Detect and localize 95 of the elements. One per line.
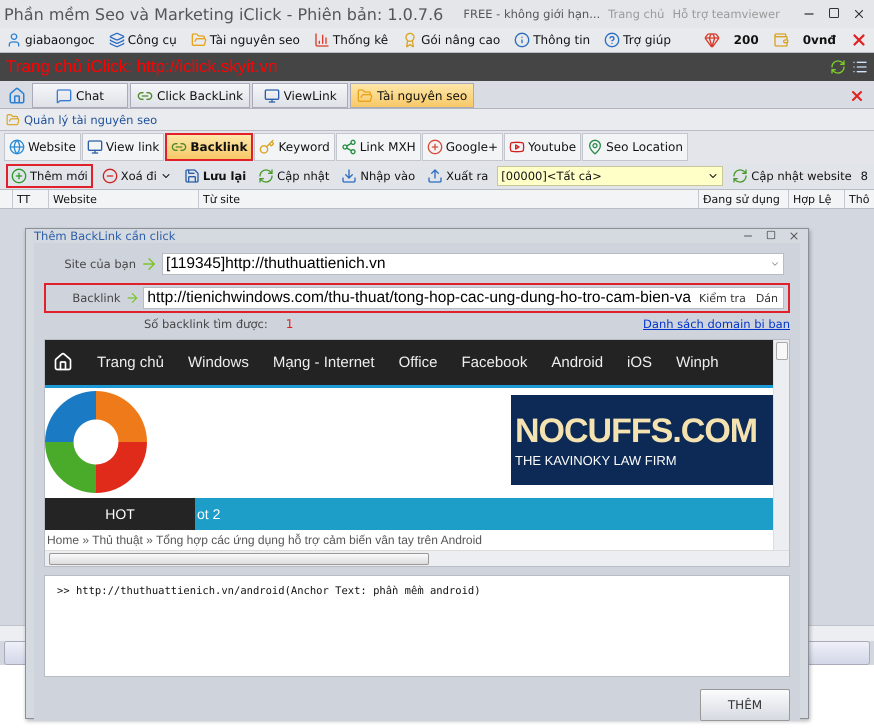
key-icon [259,139,276,155]
menu-item[interactable]: Trợ giúp [604,32,671,48]
subtab[interactable]: Seo Location [582,133,688,161]
subtab[interactable]: Google+ [422,133,504,161]
dialog-title: Thêm BackLink cần click [34,229,176,243]
found-count: 1 [286,317,294,331]
license-label: FREE - không giới hạn... [463,7,600,21]
refresh-icon [830,59,846,75]
subtab[interactable]: Keyword [254,133,335,161]
horizontal-scrollbar[interactable] [45,550,789,566]
column-header: Website [48,190,198,208]
points-count: 200 [734,33,759,47]
toolbar-button[interactable]: Lưu lại [180,164,250,188]
video-icon [509,139,526,155]
plus-icon [11,168,27,184]
toolbar-button[interactable]: Xoá đi [98,164,175,188]
nav-link[interactable]: Office [398,354,438,371]
vertical-scrollbar[interactable] [773,340,789,550]
banned-domains-link[interactable]: Danh sách domain bi ban [643,317,790,331]
filter-dropdown[interactable]: [00000]<Tất cả> [497,166,724,186]
toolbar-button[interactable]: Nhập vào [338,164,418,188]
menu-item[interactable]: Gói nâng cao [402,32,500,48]
save-icon [184,168,200,184]
toolbar-button[interactable]: Thêm mới [6,164,93,188]
nav-link[interactable]: Facebook [461,354,528,371]
close-icon [852,7,866,21]
column-header: Thô [844,190,874,208]
share-icon [340,139,357,155]
add-button[interactable]: THÊM [700,689,790,721]
backlink-label: Backlink [71,291,121,305]
balance-amount: 0vnđ [802,33,836,47]
subtab[interactable]: Website [4,133,81,161]
globe-icon [9,139,25,155]
bar-chart-icon [314,32,330,48]
help-icon [604,32,620,48]
nav-link[interactable]: Android [551,354,604,371]
site-label: Site của bạn [63,257,136,271]
folder-icon [357,88,374,104]
window-title: Phần mềm Seo và Marketing iClick - Phiên bản: 1.0.7.6 [4,4,444,24]
tab[interactable]: ViewLink [252,83,348,108]
plus-icon [426,139,443,155]
hot-label: HOT [45,498,195,530]
homepage-url: Trang chủ iClick: http://iclick.skyit.vn [6,57,278,77]
column-header: Hợp Lệ [788,190,844,208]
tab[interactable]: Tài nguyên seo [350,83,474,108]
subtab[interactable]: Link MXH [336,133,421,161]
menu-item[interactable]: Tài nguyên seo [190,32,300,48]
section-title: Quản lý tài nguyên seo [24,112,158,126]
menu-item[interactable]: Công cụ [108,32,177,48]
wallet-icon [772,32,789,48]
nav-link[interactable]: Mạng - Internet [272,354,375,371]
subtab[interactable]: Youtube [504,133,582,161]
column-header: Đang sử dụng [698,190,788,208]
nav-link[interactable]: iOS [627,354,652,371]
maximize-icon [828,7,840,19]
column-header: Từ site [198,190,698,208]
site-dropdown[interactable]: [119345]http://thuthuattienich.vn [162,253,784,275]
nav-link[interactable]: Winph [676,354,719,371]
nav-link[interactable]: Windows [188,354,249,371]
upload-icon [427,168,444,184]
refresh-icon [258,168,274,184]
maximize-icon [766,230,776,240]
monitor-icon [86,139,103,155]
log-line: >> http://thuthuattienich.vn/android(Anchor Text: phần mềm android) [57,585,481,597]
menu-item[interactable]: Thông tin [514,32,590,48]
toolbar-button[interactable]: Xuất ra [424,164,492,188]
breadcrumb: Home » Thủ thuật » Tổng hợp các ứng dụng hỗ trợ cảm biến vân tay trên Android [46,532,483,549]
close-icon [788,230,800,242]
monitor-icon [264,88,280,104]
column-header: TT [12,190,48,208]
menu-item[interactable]: Thống kê [314,32,388,48]
refresh-icon [732,168,748,184]
subtab[interactable]: View link [82,133,164,161]
minus-icon [102,168,118,184]
update-website-button[interactable]: Cập nhật website [729,164,855,188]
ticker-text: ot 2 [196,505,220,524]
chat-icon [56,88,72,104]
subtab[interactable]: Backlink [165,133,254,161]
toolbar-button[interactable]: Cập nhật [255,164,332,188]
list-icon [852,59,868,75]
tab[interactable]: Chat [32,83,128,108]
ad-banner: NOCUFFS.COM THE KAVINOKY LAW FIRM [511,394,773,485]
arrow-right-icon [140,255,158,273]
close-icon[interactable] [849,88,865,104]
info-icon [514,32,530,48]
map-pin-icon [587,139,604,155]
nav-link[interactable]: Trang chủ [97,354,164,371]
download-icon [341,168,358,184]
record-count: 8 [860,169,868,183]
gem-icon [704,32,720,48]
folder-icon [190,32,207,48]
found-label: Số backlink tìm được: [144,317,268,331]
menu-item[interactable]: giabaongoc [6,32,95,48]
tab[interactable]: Click BackLink [130,83,250,108]
user-icon [6,32,22,48]
